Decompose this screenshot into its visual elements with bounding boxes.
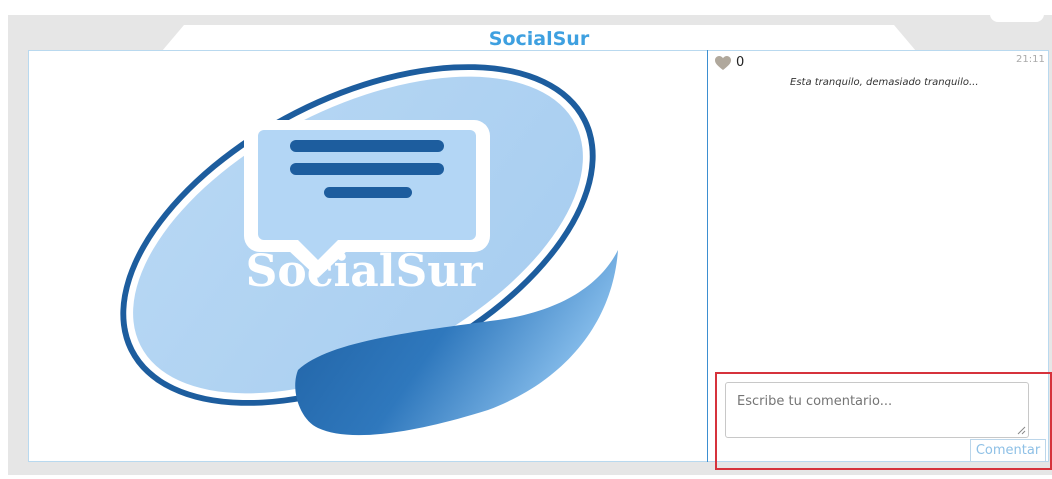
comment-input[interactable]: [725, 382, 1029, 438]
socialsur-logo-image: SocialSur: [120, 64, 618, 436]
like-count: 0: [736, 55, 745, 70]
heart-icon[interactable]: [714, 55, 732, 71]
comment-submit-button[interactable]: Comentar: [970, 439, 1046, 462]
svg-text:SocialSur: SocialSur: [246, 246, 484, 297]
post-timestamp: 21:11: [1016, 54, 1045, 65]
post-image: SocialSur: [28, 50, 708, 462]
app-title: SocialSur: [488, 28, 590, 50]
resize-grip-icon[interactable]: [1017, 426, 1026, 435]
title-tab: SocialSur: [162, 25, 916, 51]
post-text: Esta tranquilo, demasiado tranquilo...: [790, 77, 979, 88]
top-right-tab: [990, 0, 1044, 22]
